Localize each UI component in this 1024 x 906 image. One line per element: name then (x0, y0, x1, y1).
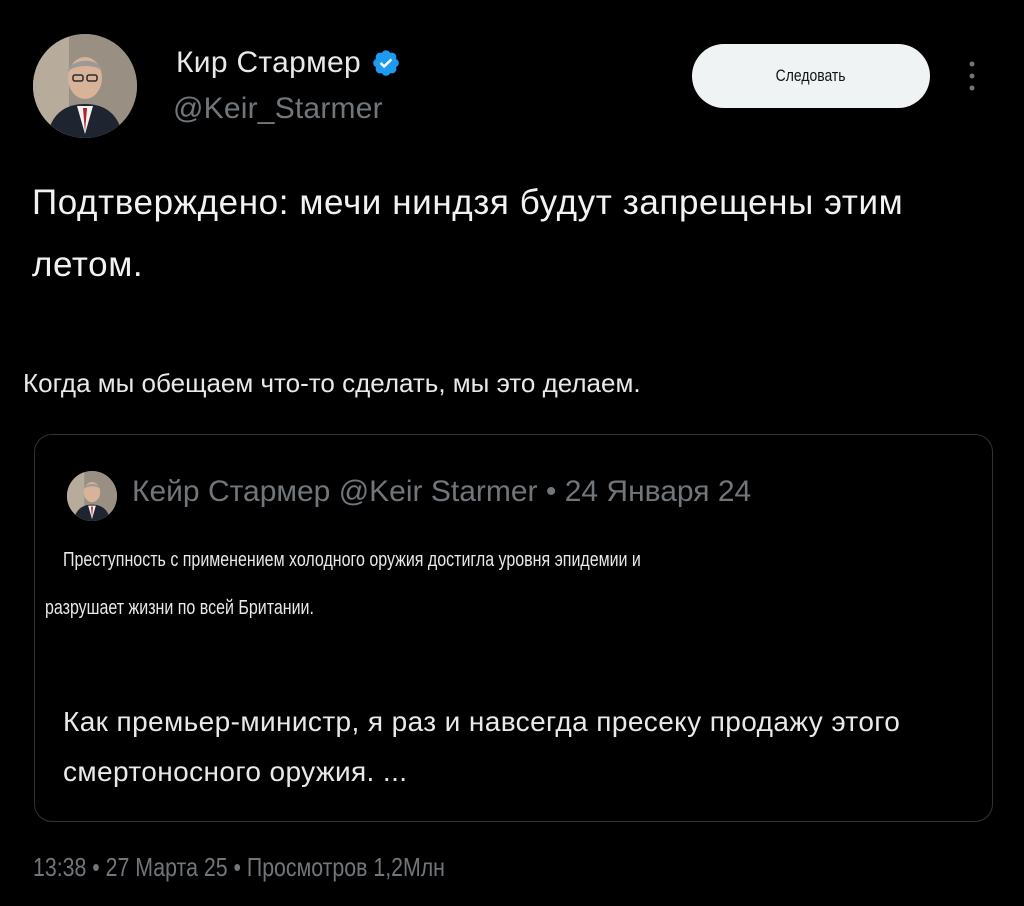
quoted-tweet-card[interactable]: Кейр Стармер @Keir Starmer • 24 Января 2… (34, 434, 993, 822)
portrait-avatar-icon (67, 471, 117, 521)
quoted-tweet-body: Как премьер-министр, я раз и навсегда пр… (63, 706, 901, 787)
follow-button[interactable]: Следовать (692, 44, 930, 108)
verified-badge-icon (373, 50, 399, 76)
author-avatar[interactable] (33, 34, 137, 138)
more-vertical-icon[interactable] (962, 58, 982, 94)
quoted-author-avatar (67, 471, 117, 521)
quoted-tweet-line-2: разрушает жизни по всей Британии. (45, 597, 314, 619)
author-name[interactable]: Кир Стармер (176, 46, 361, 80)
author-handle[interactable]: @Keir_Starmer (173, 92, 383, 126)
tweet-headline: Подтверждено: мечи ниндзя будут запрещен… (32, 183, 904, 284)
tweet-meta: 13:38 • 27 Марта 25 • Просмотров 1,2Млн (33, 852, 445, 882)
follow-button-label: Следовать (776, 66, 846, 85)
author-name-row: Кир Стармер (176, 46, 401, 80)
portrait-avatar-icon (33, 34, 137, 138)
quoted-tweet-line-1: Преступность с применением холодного ору… (63, 549, 641, 571)
quoted-tweet-header: Кейр Стармер @Keir Starmer • 24 Января 2… (132, 475, 752, 508)
tweet-subtext: Когда мы обещаем что-то сделать, мы это … (23, 368, 641, 398)
